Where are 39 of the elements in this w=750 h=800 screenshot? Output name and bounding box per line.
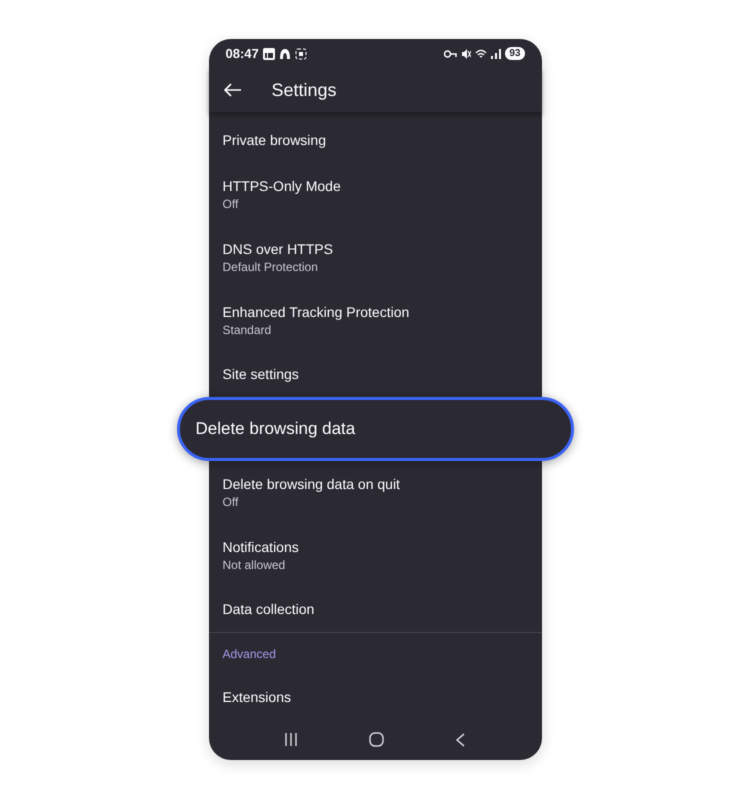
back-arrow-icon <box>224 83 242 98</box>
settings-item[interactable]: DNS over HTTPS Default Protection <box>208 226 542 289</box>
section-header: Advanced <box>208 632 542 675</box>
back-chevron-icon <box>456 732 466 747</box>
settings-item[interactable]: Site settings <box>208 352 542 397</box>
settings-item[interactable]: Enhanced Tracking Protection Standard <box>208 288 542 352</box>
setting-value: Standard <box>222 322 272 337</box>
back-button[interactable] <box>224 83 242 98</box>
home-icon <box>368 732 384 748</box>
clock: 08:47 <box>226 46 259 62</box>
setting-title: Delete browsing data on quit <box>222 476 401 492</box>
signal-icon <box>491 48 502 59</box>
setting-title: Extensions <box>222 689 292 706</box>
highlighted-settings-item[interactable]: Delete browsing data <box>176 396 574 461</box>
setting-title: Private browsing <box>222 132 327 148</box>
setting-value: Default Protection <box>222 260 319 274</box>
setting-value: Off <box>222 494 240 509</box>
settings-item[interactable]: Extensions <box>208 674 542 720</box>
settings-item[interactable]: HTTPS-Only Mode Off <box>208 162 542 226</box>
settings-item[interactable]: Notifications Not allowed <box>208 524 542 587</box>
settings-item[interactable]: Data collection <box>208 586 542 632</box>
wifi-icon <box>475 48 488 59</box>
setting-title: Data collection <box>222 601 316 618</box>
setting-title: Notifications <box>222 538 300 555</box>
setting-title: DNS over HTTPS <box>222 240 334 257</box>
setting-title: Enhanced Tracking Protection <box>222 304 410 320</box>
settings-item[interactable]: Delete browsing data on quit Off <box>208 460 542 524</box>
setting-value: Off <box>222 196 240 211</box>
settings-item[interactable]: Private browsing <box>208 118 542 163</box>
mute-icon <box>461 48 472 59</box>
recent-apps-icon <box>284 733 297 746</box>
screenshot-icon <box>294 48 307 60</box>
setting-title: Site settings <box>222 366 300 382</box>
key-icon <box>444 50 458 58</box>
setting-value: Not allowed <box>222 558 286 572</box>
screen-title: Settings <box>272 80 337 101</box>
setting-title: HTTPS-Only Mode <box>222 178 342 194</box>
setting-title: Delete browsing data <box>196 418 356 439</box>
battery-level: 93 <box>505 47 524 60</box>
